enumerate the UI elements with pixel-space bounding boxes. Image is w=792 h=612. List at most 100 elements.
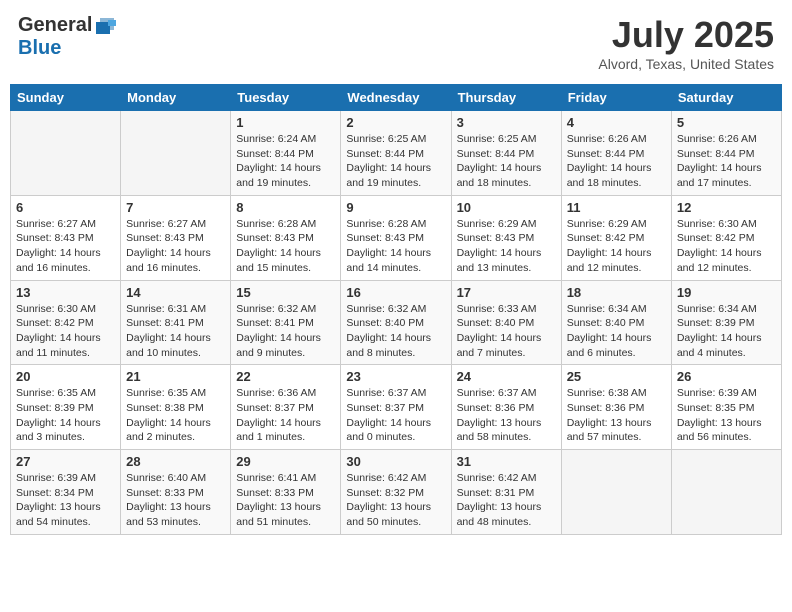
calendar-cell: 16 Sunrise: 6:32 AMSunset: 8:40 PMDayligh… bbox=[341, 280, 451, 365]
calendar-cell: 13 Sunrise: 6:30 AMSunset: 8:42 PMDayligh… bbox=[11, 280, 121, 365]
calendar-cell: 1Sunrise: 6:24 AMSunset: 8:44 PMDaylight… bbox=[231, 111, 341, 196]
calendar-cell: 28Sunrise: 6:40 AMSunset: 8:33 PMDayligh… bbox=[121, 450, 231, 535]
day-info: Sunrise: 6:25 AMSunset: 8:44 PMDaylight:… bbox=[346, 132, 445, 191]
calendar-cell: 23 Sunrise: 6:37 AMSunset: 8:37 PMDayligh… bbox=[341, 365, 451, 450]
page-header: General Blue July 2025 Alvord, Texas, Un… bbox=[10, 10, 782, 76]
day-info: Sunrise: 6:34 AMSunset: 8:40 PMDaylight:… bbox=[567, 302, 666, 361]
day-number: 26 bbox=[677, 369, 776, 384]
day-number: 2 bbox=[346, 115, 445, 130]
weekday-header-wednesday: Wednesday bbox=[341, 85, 451, 111]
week-row-2: 6 Sunrise: 6:27 AMSunset: 8:43 PMDaylight… bbox=[11, 195, 782, 280]
day-number: 3 bbox=[457, 115, 556, 130]
day-info: Sunrise: 6:39 AMSunset: 8:35 PMDaylight:… bbox=[677, 386, 776, 445]
calendar-cell: 7Sunrise: 6:27 AMSunset: 8:43 PMDaylight… bbox=[121, 195, 231, 280]
calendar-cell: 31Sunrise: 6:42 AMSunset: 8:31 PMDayligh… bbox=[451, 450, 561, 535]
calendar-table: SundayMondayTuesdayWednesdayThursdayFrid… bbox=[10, 84, 782, 535]
day-number: 17 bbox=[457, 285, 556, 300]
day-number: 19 bbox=[677, 285, 776, 300]
day-info: Sunrise: 6:41 AMSunset: 8:33 PMDaylight:… bbox=[236, 471, 335, 530]
day-info: Sunrise: 6:26 AMSunset: 8:44 PMDaylight:… bbox=[677, 132, 776, 191]
calendar-cell: 20Sunrise: 6:35 AMSunset: 8:39 PMDayligh… bbox=[11, 365, 121, 450]
calendar-cell: 5 Sunrise: 6:26 AMSunset: 8:44 PMDaylight… bbox=[671, 111, 781, 196]
day-number: 30 bbox=[346, 454, 445, 469]
day-info: Sunrise: 6:42 AMSunset: 8:31 PMDaylight:… bbox=[457, 471, 556, 530]
weekday-header-sunday: Sunday bbox=[11, 85, 121, 111]
day-number: 13 bbox=[16, 285, 115, 300]
day-info: Sunrise: 6:32 AMSunset: 8:40 PMDaylight:… bbox=[346, 302, 445, 361]
calendar-cell: 30 Sunrise: 6:42 AMSunset: 8:32 PMDayligh… bbox=[341, 450, 451, 535]
day-info: Sunrise: 6:30 AMSunset: 8:42 PMDaylight:… bbox=[16, 302, 115, 361]
day-number: 9 bbox=[346, 200, 445, 215]
day-number: 8 bbox=[236, 200, 335, 215]
day-info: Sunrise: 6:31 AMSunset: 8:41 PMDaylight:… bbox=[126, 302, 225, 361]
day-number: 5 bbox=[677, 115, 776, 130]
weekday-header-monday: Monday bbox=[121, 85, 231, 111]
day-number: 11 bbox=[567, 200, 666, 215]
day-info: Sunrise: 6:28 AMSunset: 8:43 PMDaylight:… bbox=[346, 217, 445, 276]
day-info: Sunrise: 6:28 AMSunset: 8:43 PMDaylight:… bbox=[236, 217, 335, 276]
calendar-cell: 15 Sunrise: 6:32 AMSunset: 8:41 PMDayligh… bbox=[231, 280, 341, 365]
day-number: 10 bbox=[457, 200, 556, 215]
calendar-cell: 6 Sunrise: 6:27 AMSunset: 8:43 PMDaylight… bbox=[11, 195, 121, 280]
calendar-cell: 29 Sunrise: 6:41 AMSunset: 8:33 PMDayligh… bbox=[231, 450, 341, 535]
weekday-header-tuesday: Tuesday bbox=[231, 85, 341, 111]
location-text: Alvord, Texas, United States bbox=[598, 56, 774, 72]
calendar-cell: 17 Sunrise: 6:33 AMSunset: 8:40 PMDayligh… bbox=[451, 280, 561, 365]
calendar-cell: 3Sunrise: 6:25 AMSunset: 8:44 PMDaylight… bbox=[451, 111, 561, 196]
calendar-cell: 14 Sunrise: 6:31 AMSunset: 8:41 PMDayligh… bbox=[121, 280, 231, 365]
day-number: 23 bbox=[346, 369, 445, 384]
calendar-cell: 26 Sunrise: 6:39 AMSunset: 8:35 PMDayligh… bbox=[671, 365, 781, 450]
day-info: Sunrise: 6:42 AMSunset: 8:32 PMDaylight:… bbox=[346, 471, 445, 530]
day-number: 14 bbox=[126, 285, 225, 300]
week-row-4: 20Sunrise: 6:35 AMSunset: 8:39 PMDayligh… bbox=[11, 365, 782, 450]
logo-blue-text: Blue bbox=[18, 37, 61, 60]
logo-icon bbox=[94, 16, 116, 36]
week-row-5: 27 Sunrise: 6:39 AMSunset: 8:34 PMDayligh… bbox=[11, 450, 782, 535]
day-info: Sunrise: 6:29 AMSunset: 8:42 PMDaylight:… bbox=[567, 217, 666, 276]
day-number: 27 bbox=[16, 454, 115, 469]
logo: General Blue bbox=[18, 14, 118, 60]
day-info: Sunrise: 6:37 AMSunset: 8:37 PMDaylight:… bbox=[346, 386, 445, 445]
day-info: Sunrise: 6:29 AMSunset: 8:43 PMDaylight:… bbox=[457, 217, 556, 276]
day-number: 24 bbox=[457, 369, 556, 384]
calendar-cell: 12Sunrise: 6:30 AMSunset: 8:42 PMDayligh… bbox=[671, 195, 781, 280]
day-info: Sunrise: 6:33 AMSunset: 8:40 PMDaylight:… bbox=[457, 302, 556, 361]
month-year-title: July 2025 bbox=[598, 14, 774, 56]
day-info: Sunrise: 6:32 AMSunset: 8:41 PMDaylight:… bbox=[236, 302, 335, 361]
weekday-header-saturday: Saturday bbox=[671, 85, 781, 111]
calendar-cell: 19 Sunrise: 6:34 AMSunset: 8:39 PMDayligh… bbox=[671, 280, 781, 365]
calendar-cell: 24 Sunrise: 6:37 AMSunset: 8:36 PMDayligh… bbox=[451, 365, 561, 450]
day-info: Sunrise: 6:30 AMSunset: 8:42 PMDaylight:… bbox=[677, 217, 776, 276]
calendar-cell bbox=[11, 111, 121, 196]
day-info: Sunrise: 6:37 AMSunset: 8:36 PMDaylight:… bbox=[457, 386, 556, 445]
day-number: 6 bbox=[16, 200, 115, 215]
calendar-cell: 25Sunrise: 6:38 AMSunset: 8:36 PMDayligh… bbox=[561, 365, 671, 450]
weekday-header-thursday: Thursday bbox=[451, 85, 561, 111]
calendar-cell: 11 Sunrise: 6:29 AMSunset: 8:42 PMDayligh… bbox=[561, 195, 671, 280]
day-info: Sunrise: 6:26 AMSunset: 8:44 PMDaylight:… bbox=[567, 132, 666, 191]
calendar-cell: 10 Sunrise: 6:29 AMSunset: 8:43 PMDayligh… bbox=[451, 195, 561, 280]
day-number: 16 bbox=[346, 285, 445, 300]
day-info: Sunrise: 6:38 AMSunset: 8:36 PMDaylight:… bbox=[567, 386, 666, 445]
calendar-cell: 9 Sunrise: 6:28 AMSunset: 8:43 PMDaylight… bbox=[341, 195, 451, 280]
calendar-cell bbox=[671, 450, 781, 535]
title-area: July 2025 Alvord, Texas, United States bbox=[598, 14, 774, 72]
calendar-cell: 4Sunrise: 6:26 AMSunset: 8:44 PMDaylight… bbox=[561, 111, 671, 196]
day-info: Sunrise: 6:34 AMSunset: 8:39 PMDaylight:… bbox=[677, 302, 776, 361]
logo-general-text: General bbox=[18, 14, 92, 37]
weekday-header-row: SundayMondayTuesdayWednesdayThursdayFrid… bbox=[11, 85, 782, 111]
day-info: Sunrise: 6:39 AMSunset: 8:34 PMDaylight:… bbox=[16, 471, 115, 530]
calendar-cell: 2 Sunrise: 6:25 AMSunset: 8:44 PMDaylight… bbox=[341, 111, 451, 196]
day-info: Sunrise: 6:35 AMSunset: 8:38 PMDaylight:… bbox=[126, 386, 225, 445]
day-number: 28 bbox=[126, 454, 225, 469]
day-info: Sunrise: 6:27 AMSunset: 8:43 PMDaylight:… bbox=[126, 217, 225, 276]
day-number: 29 bbox=[236, 454, 335, 469]
day-number: 15 bbox=[236, 285, 335, 300]
calendar-cell: 21Sunrise: 6:35 AMSunset: 8:38 PMDayligh… bbox=[121, 365, 231, 450]
day-number: 18 bbox=[567, 285, 666, 300]
weekday-header-friday: Friday bbox=[561, 85, 671, 111]
day-number: 1 bbox=[236, 115, 335, 130]
day-info: Sunrise: 6:36 AMSunset: 8:37 PMDaylight:… bbox=[236, 386, 335, 445]
day-number: 22 bbox=[236, 369, 335, 384]
day-info: Sunrise: 6:27 AMSunset: 8:43 PMDaylight:… bbox=[16, 217, 115, 276]
